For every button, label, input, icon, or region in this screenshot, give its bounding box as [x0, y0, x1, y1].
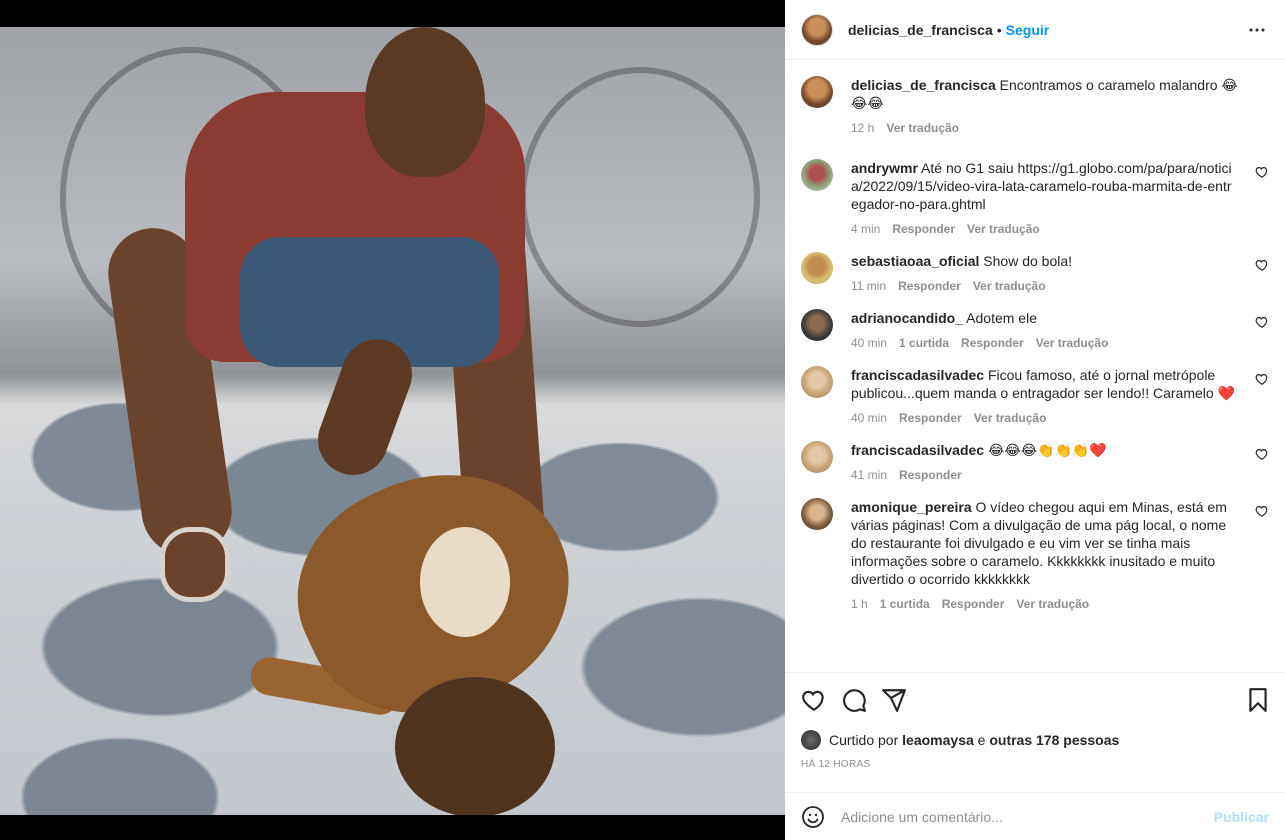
comment-item: amonique_pereira O vídeo chegou aqui em … [801, 498, 1269, 613]
comment-icon[interactable] [841, 687, 867, 713]
author-avatar[interactable] [801, 13, 833, 46]
post-actions [785, 672, 1285, 724]
commenter-avatar[interactable] [801, 441, 833, 473]
reply-link[interactable]: Responder [942, 595, 1005, 613]
reply-link[interactable]: Responder [961, 334, 1024, 352]
reply-link[interactable]: Responder [898, 277, 961, 295]
emoji-icon[interactable] [801, 805, 825, 829]
comment-input[interactable] [841, 808, 1214, 825]
translate-link[interactable]: Ver tradução [973, 277, 1046, 295]
reply-link[interactable]: Responder [892, 220, 955, 238]
comment-item: adrianocandido_ Adotem ele 40 min 1 curt… [801, 309, 1269, 352]
commenter-avatar[interactable] [801, 309, 833, 341]
small-heart-icon[interactable] [1255, 258, 1269, 272]
comment-time[interactable]: 41 min [851, 466, 887, 484]
comment-likes-count[interactable]: 1 curtida [880, 595, 930, 613]
comment-username[interactable]: sebastiaoaa_oficial [851, 253, 979, 269]
follow-button[interactable]: Seguir [1006, 22, 1050, 38]
author-avatar[interactable] [801, 76, 833, 108]
small-heart-icon[interactable] [1255, 504, 1269, 518]
comment-likes-count[interactable]: 1 curtida [899, 334, 949, 352]
small-heart-icon[interactable] [1255, 315, 1269, 329]
post-caption: delicias_de_francisca Encontramos o cara… [801, 76, 1269, 137]
comment-text: Adotem ele [966, 310, 1037, 326]
translate-link[interactable]: Ver tradução [974, 409, 1047, 427]
commenter-avatar[interactable] [801, 252, 833, 284]
liker-avatar[interactable] [801, 730, 821, 750]
separator-dot: • [996, 21, 1002, 38]
comment-item: franciscadasilvadec Ficou famoso, até o … [801, 366, 1269, 427]
small-heart-icon[interactable] [1255, 165, 1269, 179]
translate-link[interactable]: Ver tradução [967, 220, 1040, 238]
comment-username[interactable]: amonique_pereira [851, 499, 972, 515]
caption-time[interactable]: 12 h [851, 119, 874, 137]
comment-username[interactable]: adrianocandido_ [851, 310, 963, 326]
comment-item: sebastiaoaa_oficial Show do bola! 11 min… [801, 252, 1269, 295]
comment-time[interactable]: 40 min [851, 334, 887, 352]
comment-item: andrywmr Até no G1 saiu https://g1.globo… [801, 159, 1269, 238]
small-heart-icon[interactable] [1255, 372, 1269, 386]
post-header: delicias_de_francisca • Seguir [785, 0, 1285, 60]
bookmark-icon[interactable] [1245, 687, 1271, 713]
post-photo [0, 27, 785, 815]
likes-summary: Curtido por leaomaysa e outras 178 pesso… [801, 730, 1119, 750]
commenter-avatar[interactable] [801, 498, 833, 530]
liker-username[interactable]: leaomaysa [902, 732, 974, 748]
add-comment-bar: Publicar [785, 792, 1285, 840]
author-username[interactable]: delicias_de_francisca [848, 22, 993, 38]
share-icon[interactable] [881, 687, 907, 713]
instagram-post-modal: delicias_de_francisca • Seguir delicias_… [0, 0, 1285, 840]
reply-link[interactable]: Responder [899, 409, 962, 427]
comment-text: 😂😂😂👏👏👏❤️ [987, 442, 1107, 458]
likes-prefix: Curtido por [829, 732, 899, 748]
heart-icon[interactable] [801, 687, 827, 713]
more-options-icon[interactable] [1245, 18, 1269, 42]
small-heart-icon[interactable] [1255, 447, 1269, 461]
likes-conj: e [977, 732, 986, 748]
publish-button[interactable]: Publicar [1214, 809, 1269, 825]
comment-time[interactable]: 40 min [851, 409, 887, 427]
comment-text: Show do bola! [983, 253, 1073, 269]
comment-time[interactable]: 4 min [851, 220, 880, 238]
comments-list[interactable]: delicias_de_francisca Encontramos o cara… [785, 60, 1285, 668]
comment-time[interactable]: 11 min [851, 277, 886, 295]
post-timestamp[interactable]: HÁ 12 HORAS [801, 759, 870, 770]
caption-username[interactable]: delicias_de_francisca [851, 77, 996, 93]
translate-link[interactable]: Ver tradução [1016, 595, 1089, 613]
likes-others-link[interactable]: outras 178 pessoas [989, 732, 1119, 748]
commenter-avatar[interactable] [801, 366, 833, 398]
comment-username[interactable]: franciscadasilvadec [851, 367, 984, 383]
commenter-avatar[interactable] [801, 159, 833, 191]
comment-item: franciscadasilvadec 😂😂😂👏👏👏❤️ 41 min Resp… [801, 441, 1269, 484]
comment-username[interactable]: andrywmr [851, 160, 918, 176]
translate-link[interactable]: Ver tradução [1036, 334, 1109, 352]
comment-username[interactable]: franciscadasilvadec [851, 442, 984, 458]
caption-translate-link[interactable]: Ver tradução [886, 119, 959, 137]
comment-time[interactable]: 1 h [851, 595, 868, 613]
reply-link[interactable]: Responder [899, 466, 962, 484]
post-side-panel: delicias_de_francisca • Seguir delicias_… [785, 0, 1285, 840]
post-media[interactable] [0, 0, 785, 840]
